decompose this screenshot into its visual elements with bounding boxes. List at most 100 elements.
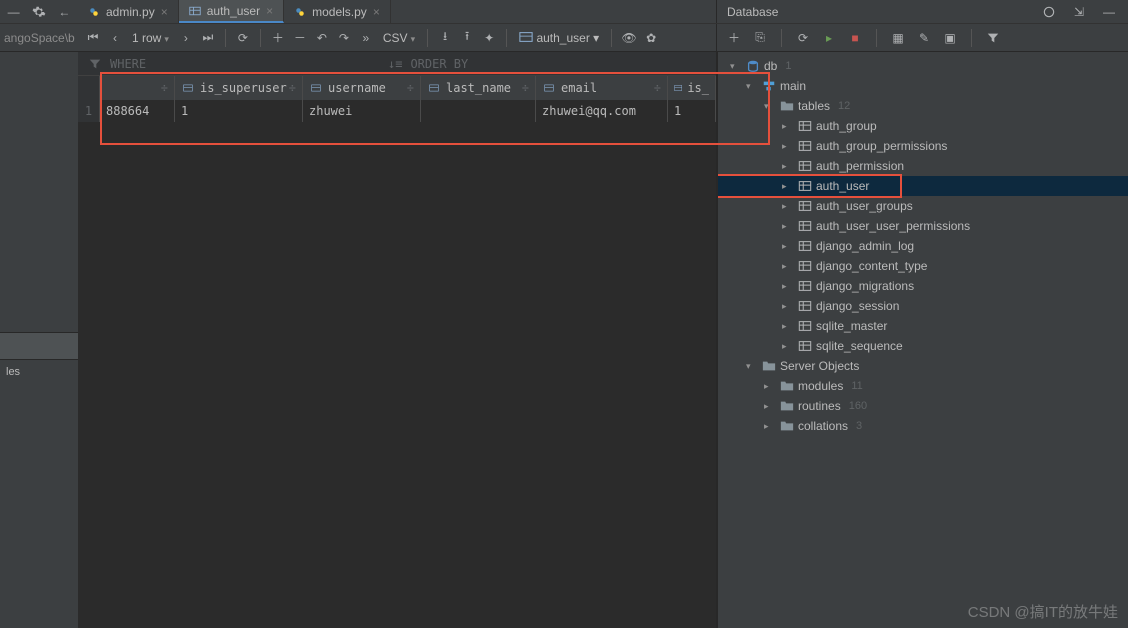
database-tree-panel: ▾db1 ▾main ▾tables12 ▸auth_group▸auth_gr… <box>717 52 1128 628</box>
export-format[interactable]: CSV <box>379 31 419 45</box>
expand-icon[interactable]: ⇲ <box>1070 3 1088 21</box>
tree-table-label: sqlite_sequence <box>816 339 903 353</box>
sort-icon: ↓≡ <box>388 57 402 71</box>
first-page-icon[interactable]: ⏮ <box>84 29 102 47</box>
run-icon[interactable]: ▸ <box>820 29 838 47</box>
tree-table-sqlite-sequence[interactable]: ▸sqlite_sequence <box>718 336 1128 356</box>
funnel-icon <box>88 57 102 71</box>
tab-label: auth_user <box>207 4 260 18</box>
table-view-icon[interactable]: ▦ <box>889 29 907 47</box>
download-icon[interactable]: ⭳ <box>436 29 454 47</box>
import-icon[interactable]: ✦ <box>480 29 498 47</box>
arrow-left-icon[interactable]: ← <box>57 3 72 21</box>
tree-table-auth-group-permissions[interactable]: ▸auth_group_permissions <box>718 136 1128 156</box>
upload-icon[interactable]: ⭱ <box>458 29 476 47</box>
tree-table-label: django_admin_log <box>816 239 914 253</box>
tab-admin-py[interactable]: admin.py × <box>78 0 179 23</box>
diagram-icon[interactable]: ▣ <box>941 29 959 47</box>
row-number: 1 <box>78 100 100 122</box>
tree-table-label: sqlite_master <box>816 319 887 333</box>
edit-icon[interactable]: ✎ <box>915 29 933 47</box>
orderby-filter[interactable]: ↓≡ ORDER BY <box>378 52 478 75</box>
col-last-name[interactable]: last_name÷ <box>421 76 536 100</box>
tree-table-label: auth_user <box>816 179 869 193</box>
tree-tables-folder[interactable]: ▾tables12 <box>718 96 1128 116</box>
add-row-icon[interactable]: ＋ <box>269 29 287 47</box>
next-page-icon[interactable]: › <box>177 29 195 47</box>
tab-auth-user[interactable]: auth_user × <box>179 0 284 23</box>
top-bar: — ← admin.py × auth_user × models.py × <box>0 0 1128 24</box>
where-filter[interactable]: WHERE <box>78 52 378 75</box>
target-table[interactable]: auth_user ▾ <box>515 30 603 45</box>
tree-table-django-admin-log[interactable]: ▸django_admin_log <box>718 236 1128 256</box>
topbar-left-icons: — ← <box>0 0 78 23</box>
cell-username[interactable]: zhuwei <box>303 100 421 122</box>
close-icon[interactable]: × <box>266 4 273 18</box>
corner-cell <box>78 76 100 100</box>
more-icon[interactable]: » <box>357 29 375 47</box>
sync-icon[interactable] <box>1040 3 1058 21</box>
tree-table-django-migrations[interactable]: ▸django_migrations <box>718 276 1128 296</box>
remove-row-icon[interactable]: － <box>291 29 309 47</box>
tree-db-root[interactable]: ▾db1 <box>718 56 1128 76</box>
refresh-db-icon[interactable]: ⟳ <box>794 29 812 47</box>
stop-icon[interactable]: ■ <box>846 29 864 47</box>
partial-col[interactable]: ÷ <box>100 76 175 100</box>
left-gutter: les <box>0 52 78 628</box>
tree-table-django-session[interactable]: ▸django_session <box>718 296 1128 316</box>
tree-table-label: auth_user_user_permissions <box>816 219 970 233</box>
prev-page-icon[interactable]: ‹ <box>106 29 124 47</box>
filter-bar: WHERE ↓≡ ORDER BY <box>78 52 716 76</box>
undo-icon[interactable]: ↶ <box>313 29 331 47</box>
duplicate-icon[interactable]: ⎘ <box>751 29 769 47</box>
col-trailing[interactable]: is_ <box>668 76 716 100</box>
cell-is-superuser[interactable]: 1 <box>175 100 303 122</box>
cell-last-name[interactable] <box>421 100 536 122</box>
tree-table-sqlite-master[interactable]: ▸sqlite_master <box>718 316 1128 336</box>
table-row[interactable]: 1 888664 1 zhuwei zhuwei@qq.com 1 <box>78 100 716 122</box>
row-count[interactable]: 1 row <box>128 31 173 45</box>
eye-icon[interactable]: 👁 <box>620 29 638 47</box>
refresh-icon[interactable]: ⟳ <box>234 29 252 47</box>
tree-modules[interactable]: ▸modules11 <box>718 376 1128 396</box>
tree-collations[interactable]: ▸collations3 <box>718 416 1128 436</box>
col-email[interactable]: email÷ <box>536 76 668 100</box>
redo-icon[interactable]: ↷ <box>335 29 353 47</box>
tree-table-auth-user[interactable]: ▸auth_user <box>718 176 1128 196</box>
tree-table-auth-user-user-permissions[interactable]: ▸auth_user_user_permissions <box>718 216 1128 236</box>
side-tab[interactable]: les <box>0 360 78 384</box>
gear-icon[interactable] <box>31 3 46 21</box>
settings-icon[interactable]: ✿ <box>642 29 660 47</box>
minimize-icon[interactable]: — <box>6 3 21 21</box>
tree-schema[interactable]: ▾main <box>718 76 1128 96</box>
tab-label: admin.py <box>106 5 155 19</box>
cell-trailing[interactable]: 1 <box>668 100 716 122</box>
database-title: Database <box>727 5 778 19</box>
tree-table-auth-user-groups[interactable]: ▸auth_user_groups <box>718 196 1128 216</box>
tree-routines[interactable]: ▸routines160 <box>718 396 1128 416</box>
add-icon[interactable]: ＋ <box>725 29 743 47</box>
tab-models-py[interactable]: models.py × <box>284 0 391 23</box>
toolbar-row: angoSpace\b ⏮ ‹ 1 row › ⏭ ⟳ ＋ － ↶ ↷ » CS… <box>0 24 1128 52</box>
cell-frag[interactable]: 888664 <box>100 100 175 122</box>
tree-table-label: auth_user_groups <box>816 199 913 213</box>
tree-server-objects[interactable]: ▾Server Objects <box>718 356 1128 376</box>
filter-icon[interactable] <box>984 29 1002 47</box>
col-username[interactable]: username÷ <box>303 76 421 100</box>
close-icon[interactable]: × <box>373 5 380 19</box>
database-toolbar: ＋ ⎘ ⟳ ▸ ■ ▦ ✎ ▣ <box>717 24 1128 51</box>
tree-table-auth-permission[interactable]: ▸auth_permission <box>718 156 1128 176</box>
close-icon[interactable]: × <box>161 5 168 19</box>
tree-table-label: django_migrations <box>816 279 914 293</box>
editor-tabs: admin.py × auth_user × models.py × <box>78 0 716 23</box>
hide-icon[interactable]: — <box>1100 3 1118 21</box>
grid-area: ÷ is_superuser÷ username÷ last_name÷ ema… <box>78 76 716 628</box>
cell-email[interactable]: zhuwei@qq.com <box>536 100 668 122</box>
tree-table-django-content-type[interactable]: ▸django_content_type <box>718 256 1128 276</box>
col-is-superuser[interactable]: is_superuser÷ <box>175 76 303 100</box>
database-panel-header: Database ⇲ — <box>717 0 1128 23</box>
tree-table-label: django_content_type <box>816 259 927 273</box>
last-page-icon[interactable]: ⏭ <box>199 29 217 47</box>
tree-table-auth-group[interactable]: ▸auth_group <box>718 116 1128 136</box>
data-grid-panel: WHERE ↓≡ ORDER BY ÷ is_superuser÷ userna… <box>78 52 716 628</box>
